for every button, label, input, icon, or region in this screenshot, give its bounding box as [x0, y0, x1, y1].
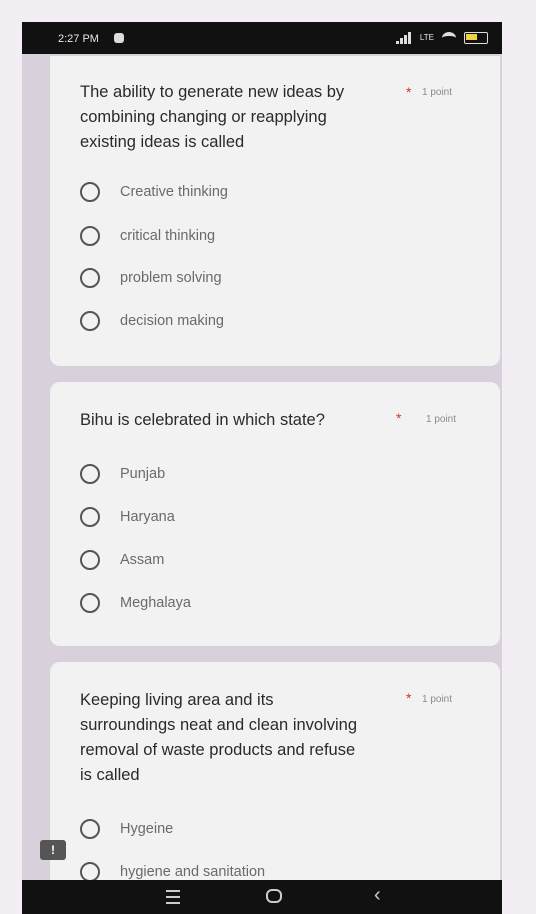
required-asterisk: * [396, 410, 402, 426]
question-title: The ability to generate new ideas by com… [80, 83, 345, 151]
battery-icon [464, 32, 488, 44]
back-icon[interactable]: ‹ [374, 884, 381, 907]
question-card-1: The ability to generate new ideas by com… [50, 56, 500, 366]
option-label: hygiene and sanitation [120, 864, 266, 880]
option-critical-thinking[interactable]: critical thinking [80, 224, 215, 248]
radio-button[interactable] [80, 268, 100, 288]
option-meghalaya[interactable]: Meghalaya [80, 591, 191, 615]
notification-app-icon [114, 33, 124, 43]
option-assam[interactable]: Assam [80, 548, 164, 572]
radio-button[interactable] [80, 464, 100, 484]
phone-screen: 2:27 PM LTE The ability to generate new … [22, 22, 502, 914]
status-bar: 2:27 PM LTE [22, 22, 502, 54]
radio-button[interactable] [80, 507, 100, 527]
navigation-bar: ‹ [22, 880, 502, 914]
option-punjab[interactable]: Punjab [80, 462, 165, 486]
required-asterisk: * [406, 84, 412, 100]
radio-button[interactable] [80, 819, 100, 839]
option-decision-making[interactable]: decision making [80, 309, 224, 333]
menu-icon[interactable] [166, 890, 180, 908]
radio-button[interactable] [80, 311, 100, 331]
option-hygeine[interactable]: Hygeine [80, 817, 173, 841]
option-label: problem solving [120, 270, 222, 286]
option-haryana[interactable]: Haryana [80, 505, 175, 529]
signal-icon [395, 32, 412, 44]
option-problem-solving[interactable]: problem solving [80, 266, 222, 290]
option-label: critical thinking [120, 228, 216, 244]
question-points: 1 point [422, 87, 453, 98]
option-label: decision making [120, 313, 224, 329]
wifi-icon [442, 32, 456, 44]
top-strip [0, 0, 536, 12]
option-creative-thinking[interactable]: Creative thinking [80, 180, 228, 204]
question-title: Keeping living area and its surroundings… [80, 691, 358, 784]
required-asterisk: * [406, 690, 412, 706]
status-time: 2:27 PM [58, 33, 99, 45]
question-card-3: Keeping living area and its surroundings… [50, 662, 500, 914]
question-title: Bihu is celebrated in which state? [80, 411, 325, 429]
status-icons: LTE [395, 32, 488, 44]
question-points: 1 point [426, 414, 457, 425]
home-icon[interactable] [266, 889, 282, 903]
option-label: Meghalaya [120, 595, 191, 611]
radio-button[interactable] [80, 182, 100, 202]
radio-button[interactable] [80, 226, 100, 246]
data-indicator: LTE [419, 33, 434, 42]
option-label: Assam [120, 552, 165, 568]
question-points: 1 point [422, 694, 453, 705]
option-label: Haryana [120, 509, 175, 525]
radio-button[interactable] [80, 862, 100, 882]
option-label: Punjab [120, 466, 166, 482]
radio-button[interactable] [80, 550, 100, 570]
radio-button[interactable] [80, 593, 100, 613]
option-label: Creative thinking [120, 184, 228, 200]
feedback-icon[interactable]: ! [40, 840, 66, 860]
option-label: Hygeine [120, 821, 174, 837]
question-card-2: Bihu is celebrated in which state? * 1 p… [50, 382, 500, 646]
